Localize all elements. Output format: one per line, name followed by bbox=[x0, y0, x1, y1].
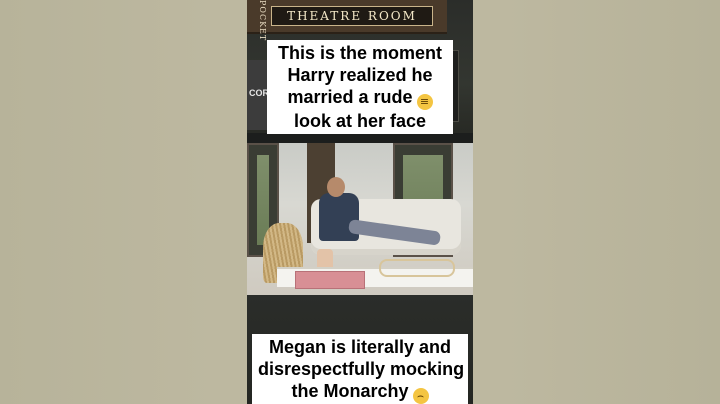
person-torso bbox=[319, 193, 359, 241]
caption-bottom-line-3: the Monarchy ⌢ bbox=[258, 380, 462, 404]
disappointed-face-icon: ⌢ bbox=[412, 388, 429, 404]
caption-bottom-line-2: disrespectfully mocking bbox=[258, 359, 465, 379]
caption-top-line-4: look at her face bbox=[293, 111, 427, 131]
person-head bbox=[327, 177, 345, 197]
caption-bottom-line-1: Megan is literally and bbox=[268, 337, 452, 357]
theatre-sign-board: POCKET THEATRE ROOM bbox=[247, 0, 447, 42]
tv-bezel bbox=[247, 133, 473, 143]
caption-top-line-2: Harry realized he bbox=[287, 65, 433, 85]
page-background: POCKET THEATRE ROOM CORN This is the mom… bbox=[0, 0, 720, 404]
video-still bbox=[247, 143, 473, 295]
caption-top-line-1: This is the moment bbox=[277, 43, 443, 63]
caption-bottom-line-3-text: the Monarchy bbox=[291, 381, 409, 401]
grimacing-face-icon: ≡ bbox=[416, 94, 433, 110]
caption-top-line-3-text: married a rude bbox=[287, 87, 413, 107]
video-frame[interactable]: POCKET THEATRE ROOM CORN This is the mom… bbox=[247, 0, 473, 404]
caption-top: This is the moment Harry realized he mar… bbox=[267, 40, 453, 134]
caption-bottom: Megan is literally and disrespectfully m… bbox=[252, 334, 468, 404]
sign-side-text: POCKET bbox=[258, 0, 267, 42]
sandals bbox=[379, 259, 455, 277]
theatre-room-sign: THEATRE ROOM bbox=[271, 6, 433, 26]
pink-book bbox=[295, 271, 365, 289]
caption-top-line-3: married a rude ≡ bbox=[273, 86, 447, 110]
